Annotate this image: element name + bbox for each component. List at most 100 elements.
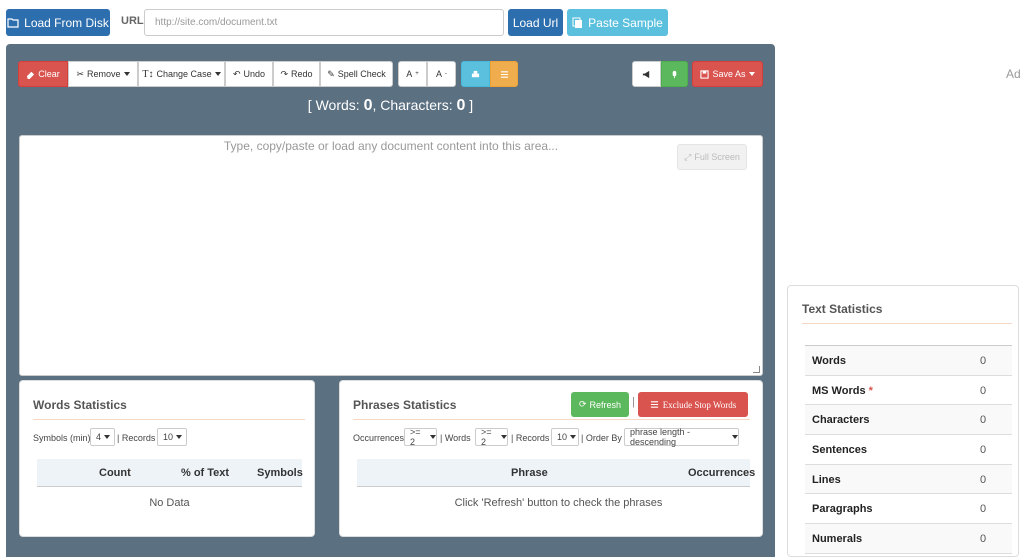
font-decrease-button[interactable]: A- — [427, 61, 456, 87]
order-by-value: phrase length - descending — [630, 427, 691, 447]
stat-label: Numerals — [812, 533, 863, 546]
save-as-dropdown-button[interactable]: Save As — [692, 61, 763, 87]
divider — [33, 419, 305, 420]
characters-count: 0 — [456, 97, 466, 114]
records-select[interactable]: 10 — [157, 428, 187, 446]
words-select[interactable]: >= 2 — [475, 427, 508, 447]
symbols-min-select[interactable]: 4 — [90, 428, 115, 446]
undo-icon: ↶ — [232, 68, 241, 79]
records-value: 10 — [163, 432, 174, 442]
stat-label: Words — [812, 355, 847, 367]
paste-sample-button[interactable]: Paste Sample — [567, 9, 668, 36]
chevron-down-icon — [176, 435, 183, 439]
copy-icon — [572, 17, 583, 28]
clear-button[interactable]: Clear — [18, 61, 68, 87]
words-count: 0 — [363, 97, 373, 114]
speak-button[interactable] — [632, 61, 661, 87]
occurrences-value: >= 2 — [410, 427, 421, 447]
redo-button[interactable]: ↷ Redo — [273, 61, 320, 87]
folder-open-icon — [7, 17, 19, 28]
characters-count-label: Characters: — [380, 97, 453, 113]
load-url-button[interactable]: Load Url — [508, 9, 563, 36]
font-increase-button[interactable]: A + — [398, 61, 427, 87]
url-input[interactable]: http://site.com/document.txt — [144, 9, 504, 36]
phrases-statistics-title: Phrases Statistics — [353, 398, 457, 412]
chevron-down-icon — [501, 435, 507, 439]
records-value: 10 — [557, 432, 568, 442]
words-count-label: Words: — [315, 97, 360, 113]
undo-button[interactable]: ↶ Undo — [225, 61, 273, 87]
stat-label: MS Words — [812, 384, 866, 397]
sliders-icon — [650, 401, 658, 408]
remove-label: Remove — [87, 69, 121, 79]
chevron-down-icon — [214, 72, 221, 76]
sliders-icon — [500, 70, 508, 78]
symbols-min-value: 4 — [96, 432, 102, 442]
text-height-icon: T↕ — [142, 68, 154, 80]
divider — [802, 323, 1012, 324]
full-screen-button[interactable]: ⤢ Full Screen — [677, 144, 747, 170]
change-case-label: Change Case — [156, 69, 212, 79]
exclude-stop-words-label: Exclude Stop Words — [662, 399, 737, 410]
chevron-down-icon — [430, 435, 436, 439]
redo-icon: ↷ — [280, 68, 289, 79]
stat-row-sentences: Sentences 0 — [805, 435, 1012, 465]
stat-row-ms-words: MS Words * 0 — [805, 376, 1012, 406]
redo-label: Redo — [291, 69, 313, 79]
load-from-disk-button[interactable]: Load From Disk — [6, 9, 110, 36]
stat-row-lines: Lines 0 — [805, 464, 1012, 495]
load-url-label: Load Url — [512, 15, 559, 30]
records-select[interactable]: 10 — [551, 428, 579, 446]
words-label: | Words — [440, 433, 471, 443]
scissors-icon: ✂ — [76, 68, 85, 79]
chevron-down-icon — [123, 72, 130, 76]
load-from-disk-label: Load From Disk — [24, 15, 109, 30]
stat-row-paragraphs: Paragraphs 0 — [805, 494, 1012, 525]
change-case-dropdown-button[interactable]: T↕ Change Case — [138, 61, 225, 87]
stat-label: Lines — [812, 473, 841, 486]
stat-row-words: Words 0 — [805, 346, 1012, 376]
column-header-phrase: Phrase — [511, 467, 548, 479]
remove-dropdown-button[interactable]: ✂ Remove — [68, 61, 138, 87]
occurrences-label: Occurrences — [353, 433, 405, 443]
order-by-select[interactable]: phrase length - descending — [624, 427, 739, 447]
chevron-down-icon — [732, 435, 738, 439]
words-empty-message: No Data — [149, 497, 190, 509]
records-label: | Records — [117, 433, 156, 443]
resize-handle[interactable] — [753, 366, 760, 373]
stat-value: 0 — [980, 414, 987, 427]
phrases-table-header: Phrase Occurrences — [357, 459, 755, 487]
word-character-counter: [ Words: 0, Characters: 0 ] — [307, 97, 474, 114]
font-decrease-label: A — [435, 69, 442, 79]
microphone-button[interactable] — [661, 61, 688, 87]
text-statistics-panel: Text Statistics Words 0 MS Words * 0 Chara… — [787, 285, 1019, 557]
stat-value: 0 — [980, 473, 987, 486]
refresh-label: Refresh — [589, 399, 622, 410]
phrases-statistics-card: Phrases Statistics ⟳ Refresh | Exclude S… — [339, 380, 763, 537]
settings-button[interactable] — [490, 61, 518, 87]
stat-value: 0 — [980, 533, 987, 546]
words-value: >= 2 — [481, 427, 492, 447]
spell-check-label: Spell Check — [337, 69, 386, 79]
chevron-down-icon — [748, 72, 755, 76]
refresh-button[interactable]: ⟳ Refresh — [571, 392, 629, 417]
column-header-count: Count — [99, 467, 131, 479]
chevron-down-icon — [104, 435, 111, 439]
microphone-icon — [672, 70, 677, 78]
save-icon — [700, 69, 710, 79]
exclude-stop-words-button[interactable]: Exclude Stop Words — [638, 392, 748, 417]
paste-sample-label: Paste Sample — [588, 15, 663, 30]
refresh-icon: ⟳ — [578, 399, 587, 409]
stat-value: 0 — [980, 384, 987, 397]
text-statistics-table: Words 0 MS Words * 0 Characters 0 Sentences… — [805, 345, 1012, 554]
save-as-label: Save As — [712, 69, 746, 79]
separator: | — [632, 396, 635, 408]
font-increase-label: A — [406, 69, 413, 79]
spell-check-button[interactable]: ✎ Spell Check — [320, 61, 393, 87]
document-textarea[interactable]: Type, copy/paste or load any document co… — [19, 135, 763, 376]
edit-icon: ✎ — [327, 68, 335, 79]
ad-label: Ad — [1006, 67, 1021, 81]
print-button[interactable] — [461, 61, 490, 87]
column-header-percent-of-text: % of Text — [181, 467, 230, 479]
occurrences-select[interactable]: >= 2 — [404, 427, 437, 447]
